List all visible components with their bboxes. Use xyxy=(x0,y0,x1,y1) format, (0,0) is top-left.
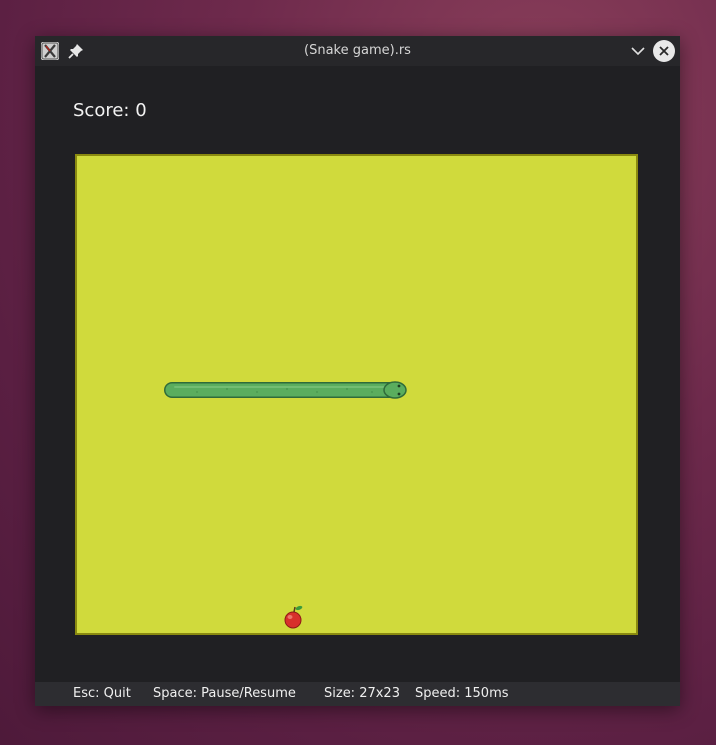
snake-eye xyxy=(397,392,401,396)
chevron-down-icon[interactable] xyxy=(629,42,647,60)
score-label: Score: 0 xyxy=(73,100,147,121)
status-pause-hint: Space: Pause/Resume xyxy=(153,686,296,701)
apple-icon xyxy=(284,605,303,629)
status-speed: Speed: 150ms xyxy=(415,686,509,701)
snake-head xyxy=(383,381,407,399)
board-canvas xyxy=(164,381,407,629)
game-window: (Snake game).rs Score: 0 Esc: Quit Space… xyxy=(35,36,680,706)
status-bar: Esc: Quit Space: Pause/Resume Size: 27x2… xyxy=(35,682,680,706)
title-bar[interactable]: (Snake game).rs xyxy=(35,36,680,66)
desktop-background: (Snake game).rs Score: 0 Esc: Quit Space… xyxy=(0,0,716,745)
snake-eye xyxy=(397,384,401,388)
game-board xyxy=(75,154,638,635)
snake xyxy=(164,381,407,399)
window-title: (Snake game).rs xyxy=(304,43,411,58)
status-board-size: Size: 27x23 xyxy=(324,686,400,701)
close-icon[interactable] xyxy=(653,40,675,62)
status-quit-hint: Esc: Quit xyxy=(73,686,131,701)
